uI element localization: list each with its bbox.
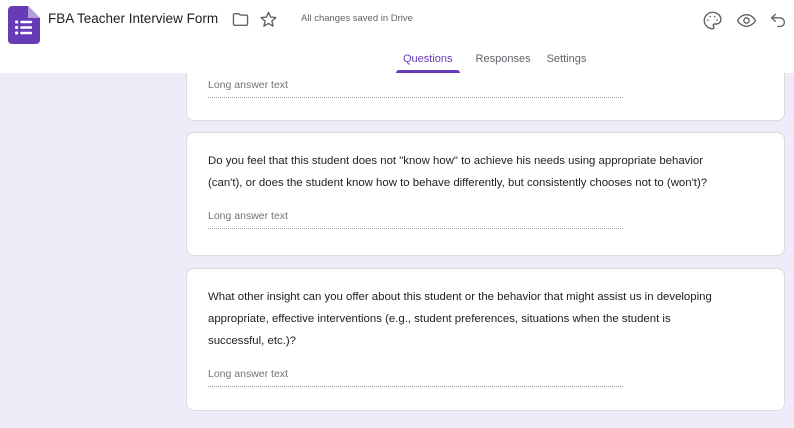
question-card-partial[interactable]: Long answer text: [186, 73, 785, 121]
question-text[interactable]: What other insight can you offer about t…: [208, 269, 760, 352]
long-answer-placeholder: Long answer text: [208, 368, 288, 380]
long-answer-field: Long answer text: [208, 206, 623, 229]
preview-icon[interactable]: [734, 8, 758, 32]
tab-settings[interactable]: Settings: [547, 45, 587, 73]
question-card[interactable]: What other insight can you offer about t…: [186, 268, 785, 411]
move-to-folder-icon[interactable]: [228, 7, 252, 31]
star-icon[interactable]: [256, 7, 280, 31]
customize-theme-icon[interactable]: [700, 8, 724, 32]
long-answer-placeholder: Long answer text: [208, 210, 288, 222]
form-title[interactable]: FBA Teacher Interview Form: [48, 10, 218, 27]
saved-status[interactable]: All changes saved in Drive: [301, 13, 413, 25]
google-forms-editor: FBA Teacher Interview Form All changes s…: [0, 0, 794, 428]
question-card[interactable]: Do you feel that this student does not "…: [186, 132, 785, 256]
form-canvas: Long answer text Do you feel that this s…: [0, 73, 794, 428]
long-answer-field: Long answer text: [208, 364, 623, 387]
tab-responses[interactable]: Responses: [476, 45, 531, 73]
tab-questions[interactable]: Questions: [396, 45, 460, 73]
undo-icon[interactable]: [766, 8, 790, 32]
question-text[interactable]: Do you feel that this student does not "…: [208, 133, 760, 194]
long-answer-field: Long answer text: [208, 75, 623, 98]
forms-logo-icon[interactable]: [8, 6, 40, 44]
tab-bar: Questions Responses Settings: [396, 45, 586, 73]
long-answer-placeholder: Long answer text: [208, 79, 288, 91]
app-header: FBA Teacher Interview Form All changes s…: [0, 0, 794, 73]
